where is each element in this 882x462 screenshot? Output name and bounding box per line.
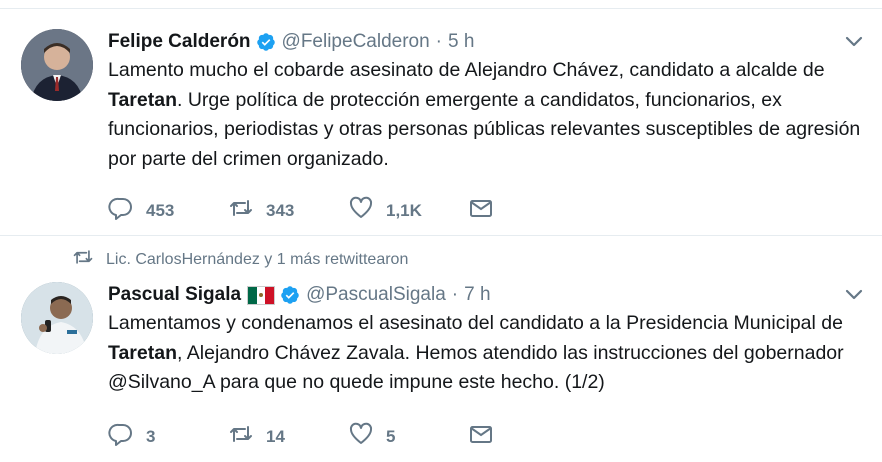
chevron-down-icon[interactable] bbox=[844, 31, 864, 51]
reply-icon bbox=[108, 195, 134, 226]
author-handle[interactable]: @FelipeCalderon bbox=[282, 31, 430, 53]
retweet-count: 343 bbox=[266, 200, 295, 220]
author-name[interactable]: Felipe Calderón bbox=[108, 31, 251, 53]
author-handle[interactable]: @PascualSigala bbox=[306, 284, 446, 306]
separator: · bbox=[435, 31, 442, 52]
envelope-icon bbox=[468, 195, 494, 226]
author-name[interactable]: Pascual Sigala bbox=[108, 284, 241, 306]
tweet-text: Lamentamos y condenamos el asesinato del… bbox=[108, 309, 868, 398]
tweet-header: Felipe Calderón @FelipeCalderon · 5 h bbox=[108, 31, 474, 53]
envelope-icon bbox=[468, 421, 494, 452]
tweet-text-part: , Alejandro Chávez Zavala. Hemos atendid… bbox=[108, 341, 844, 394]
mexico-flag-icon bbox=[247, 285, 276, 305]
tweet-actions: 3 14 5 bbox=[108, 421, 588, 452]
reply-count: 453 bbox=[146, 200, 175, 220]
retweet-count: 14 bbox=[266, 426, 285, 446]
hashtag-bold: Taretan bbox=[108, 341, 177, 364]
like-count: 1,1K bbox=[386, 200, 422, 220]
heart-icon bbox=[348, 195, 374, 226]
like-button[interactable]: 5 bbox=[348, 421, 468, 452]
reply-icon bbox=[108, 421, 134, 452]
tweet-text-part: Lamento mucho el cobarde asesinato de Al… bbox=[108, 59, 825, 81]
tweet[interactable]: Felipe Calderón @FelipeCalderon · 5 h La… bbox=[0, 9, 882, 236]
retweet-context-text[interactable]: Lic. CarlosHernández y 1 más retwittearo… bbox=[106, 251, 408, 269]
divider bbox=[0, 0, 882, 9]
tweet-text: Lamento mucho el cobarde asesinato de Al… bbox=[108, 56, 868, 174]
reply-button[interactable]: 3 bbox=[108, 421, 228, 452]
message-button[interactable] bbox=[468, 195, 588, 226]
tweet-actions: 453 343 1,1K bbox=[108, 195, 588, 226]
reply-button[interactable]: 453 bbox=[108, 195, 228, 226]
retweet-icon bbox=[228, 421, 254, 452]
avatar[interactable] bbox=[21, 282, 93, 354]
hashtag-bold: Taretan bbox=[108, 88, 177, 111]
verified-badge-icon bbox=[256, 32, 276, 52]
retweet-icon bbox=[228, 195, 254, 226]
like-count: 5 bbox=[386, 426, 396, 446]
retweet-context: Lic. CarlosHernández y 1 más retwittearo… bbox=[72, 246, 408, 273]
like-button[interactable]: 1,1K bbox=[348, 195, 468, 226]
timeline: Felipe Calderón @FelipeCalderon · 5 h La… bbox=[0, 0, 882, 462]
tweet-header: Pascual Sigala @PascualSigala · 7 h bbox=[108, 284, 491, 306]
retweet-button[interactable]: 14 bbox=[228, 421, 348, 452]
heart-icon bbox=[348, 421, 374, 452]
message-button[interactable] bbox=[468, 421, 588, 452]
retweet-icon bbox=[72, 246, 106, 273]
timestamp[interactable]: 5 h bbox=[448, 31, 474, 53]
tweet-text-part: . Urge política de protección emergente … bbox=[108, 88, 861, 170]
tweet[interactable]: Lic. CarlosHernández y 1 más retwittearo… bbox=[0, 236, 882, 462]
tweet-text-part: Lamentamos y condenamos el asesinato del… bbox=[108, 312, 843, 334]
avatar[interactable] bbox=[21, 29, 93, 101]
timestamp[interactable]: 7 h bbox=[464, 284, 490, 306]
retweet-button[interactable]: 343 bbox=[228, 195, 348, 226]
separator: · bbox=[451, 284, 459, 305]
chevron-down-icon[interactable] bbox=[844, 284, 864, 304]
reply-count: 3 bbox=[146, 426, 156, 446]
verified-badge-icon bbox=[280, 285, 300, 305]
